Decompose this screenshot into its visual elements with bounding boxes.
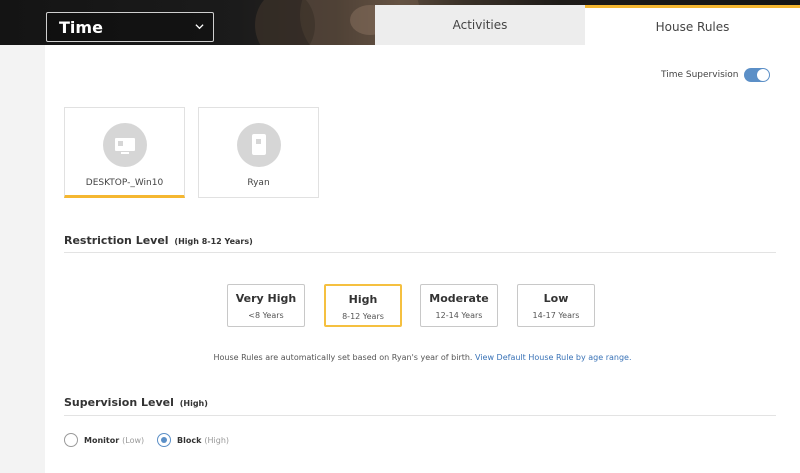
tab-label: Activities: [452, 18, 508, 32]
level-range: 14-17 Years: [532, 311, 580, 320]
supervision-level-current: (High): [179, 399, 208, 408]
level-label: Moderate: [429, 292, 489, 305]
section-divider: [64, 415, 776, 416]
category-dropdown-value: Time: [59, 17, 103, 37]
note-text: House Rules are automatically set based …: [213, 353, 473, 362]
device-avatar: [237, 123, 281, 167]
level-high-button[interactable]: High 8-12 Years: [324, 284, 402, 327]
toggle-knob: [757, 69, 769, 81]
banner-photo: [255, 0, 315, 45]
tab-activities[interactable]: Activities: [375, 5, 585, 45]
supervision-level-heading: Supervision Level (High): [64, 396, 208, 409]
device-name: DESKTOP-_Win10: [85, 178, 164, 188]
section-divider: [64, 252, 776, 253]
monitor-radio-option[interactable]: Monitor (Low): [64, 433, 144, 447]
time-supervision-label: Time Supervision: [661, 70, 739, 80]
level-moderate-button[interactable]: Moderate 12-14 Years: [420, 284, 498, 327]
level-very-high-button[interactable]: Very High <8 Years: [227, 284, 305, 327]
level-range: 12-14 Years: [435, 311, 483, 320]
block-radio-option[interactable]: Block (High): [157, 433, 229, 447]
restriction-level-title: Restriction Level: [64, 234, 169, 247]
restriction-level-current: (High 8-12 Years): [174, 237, 253, 246]
time-supervision-toggle[interactable]: [744, 68, 770, 82]
device-card-ryan[interactable]: Ryan: [198, 107, 319, 198]
level-range: 8-12 Years: [342, 312, 384, 321]
level-label: High: [348, 293, 378, 306]
monitor-label: Monitor (Low): [84, 435, 145, 445]
level-label: Very High: [235, 292, 297, 305]
tablet-icon: [252, 134, 266, 155]
supervision-level-title: Supervision Level: [64, 396, 174, 409]
block-radio[interactable]: [157, 433, 171, 447]
level-label: Low: [543, 292, 569, 305]
level-low-button[interactable]: Low 14-17 Years: [517, 284, 595, 327]
device-name: Ryan: [247, 178, 270, 188]
tab-label: House Rules: [655, 19, 730, 34]
chevron-down-icon: [195, 24, 204, 30]
category-dropdown[interactable]: Time: [46, 12, 214, 42]
house-rules-panel: Time Supervision DESKTOP-_Win10 Ryan Res…: [45, 45, 800, 473]
tab-house-rules[interactable]: House Rules: [585, 5, 800, 45]
desktop-icon: [115, 138, 135, 154]
block-label: Block (High): [177, 435, 230, 445]
level-range: <8 Years: [248, 311, 284, 320]
default-house-rule-link[interactable]: View Default House Rule by age range.: [475, 353, 631, 362]
monitor-radio[interactable]: [64, 433, 78, 447]
device-card-desktop[interactable]: DESKTOP-_Win10: [64, 107, 185, 198]
device-avatar: [103, 123, 147, 167]
house-rules-note: House Rules are automatically set based …: [45, 353, 800, 362]
restriction-level-heading: Restriction Level (High 8-12 Years): [64, 234, 253, 247]
